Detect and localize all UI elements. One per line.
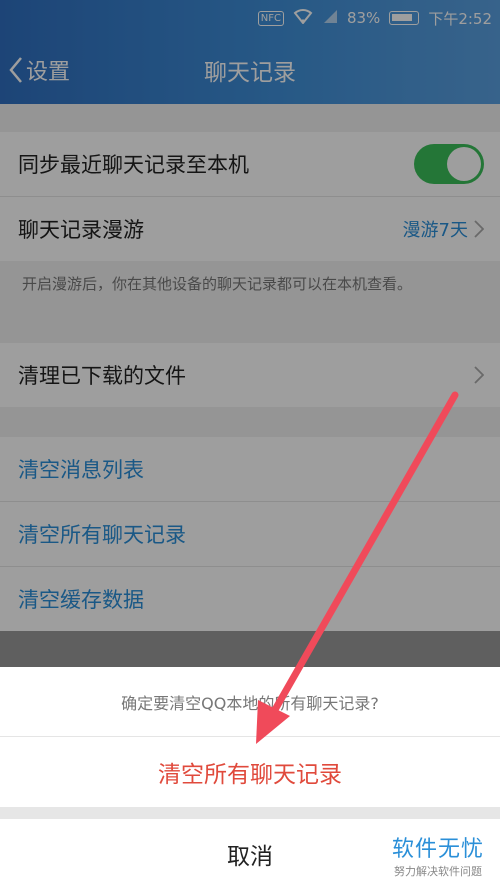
- cancel-label: 取消: [227, 844, 273, 870]
- watermark-subtitle: 努力解决软件问题: [393, 865, 482, 878]
- confirm-clear-all-button[interactable]: 清空所有聊天记录: [0, 737, 500, 807]
- watermark: 软件无忧 努力解决软件问题: [392, 831, 484, 879]
- screen: NFC 83% 下午2:52 设置 聊天记录 同步最近聊天记录至本机 聊天记录漫…: [0, 0, 500, 889]
- dim-overlay[interactable]: [0, 0, 500, 667]
- action-sheet: 确定要清空QQ本地的所有聊天记录? 清空所有聊天记录 取消 软件无忧 努力解决软…: [0, 667, 500, 889]
- action-sheet-message: 确定要清空QQ本地的所有聊天记录?: [0, 667, 500, 737]
- watermark-title: 软件无忧: [391, 837, 484, 862]
